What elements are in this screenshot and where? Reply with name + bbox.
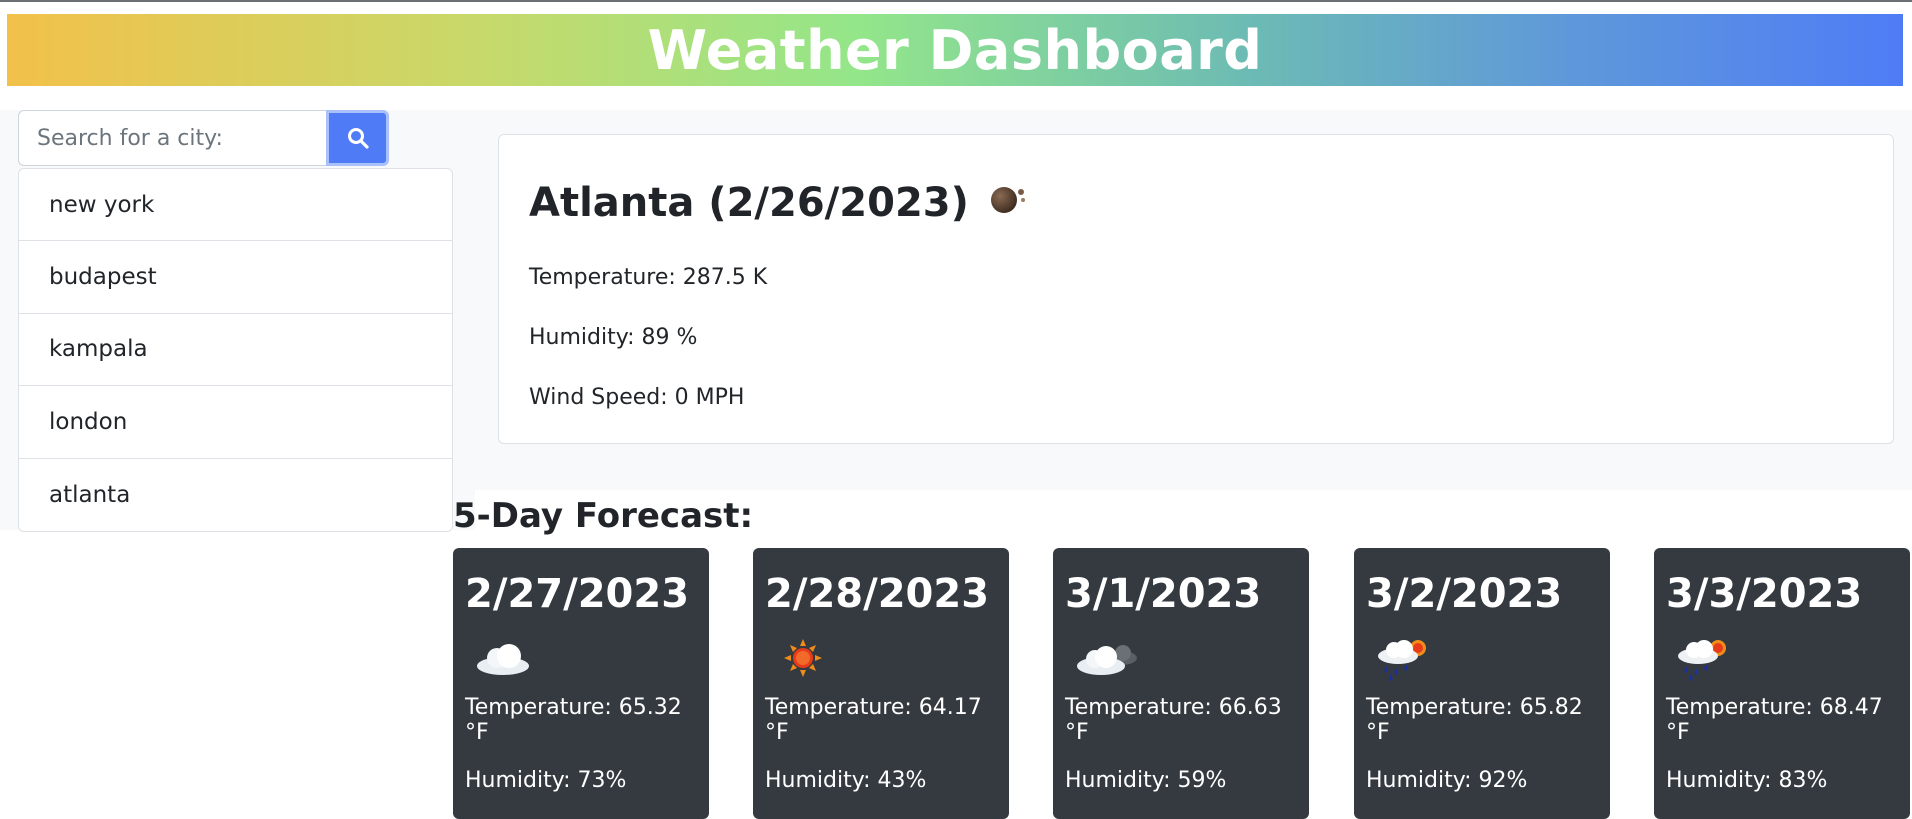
forecast-card-day-3: 3/1/2023 Temperature: 66.63 °F Humidity:… (1053, 548, 1309, 819)
current-humidity: Humidity: 89 % (529, 324, 698, 350)
forecast-date: 2/27/2023 (465, 571, 690, 617)
forecast-date: 3/1/2023 (1065, 571, 1262, 617)
rain-sun-icon (1666, 626, 1898, 690)
history-item-budapest[interactable]: budapest (19, 241, 452, 314)
forecast-date: 3/2/2023 (1366, 571, 1563, 617)
search-icon (347, 128, 369, 149)
forecast-humidity: Humidity: 43% (765, 767, 927, 793)
forecast-temperature: Temperature: 65.32 °F (465, 695, 682, 745)
forecast-card-day-5: 3/3/2023 Temperature: 68.47 °F Humidity:… (1654, 548, 1910, 819)
forecast-temperature: Temperature: 66.63 °F (1065, 695, 1282, 745)
forecast-humidity: Humidity: 92% (1366, 767, 1528, 793)
history-item-new-york[interactable]: new york (19, 169, 452, 242)
search-bar (18, 110, 389, 166)
top-border (0, 0, 1912, 2)
search-button[interactable] (326, 110, 389, 166)
forecast-humidity: Humidity: 73% (465, 767, 627, 793)
current-city-date: Atlanta (2/26/2023) (529, 180, 969, 226)
rain-sun-icon (1366, 626, 1598, 690)
forecast-humidity: Humidity: 83% (1666, 767, 1828, 793)
history-item-kampala[interactable]: kampala (19, 314, 452, 387)
current-weather-heading: Atlanta (2/26/2023) (529, 173, 1863, 233)
history-item-atlanta[interactable]: atlanta (19, 459, 452, 531)
night-cloud-icon (987, 178, 1031, 228)
forecast-temperature: Temperature: 64.17 °F (765, 695, 982, 745)
forecast-date: 2/28/2023 (765, 571, 990, 617)
forecast-card-day-4: 3/2/2023 Temperature: 65.82 °F Humidity:… (1354, 548, 1610, 819)
history-item-london[interactable]: london (19, 386, 452, 459)
city-search-input[interactable] (18, 110, 326, 166)
sun-icon (765, 626, 997, 690)
forecast-temperature: Temperature: 65.82 °F (1366, 695, 1583, 745)
forecast-date: 3/3/2023 (1666, 571, 1863, 617)
forecast-card-day-1: 2/27/2023 Temperature: 65.32 °F Humidity… (453, 548, 709, 819)
page-title: Weather Dashboard (647, 18, 1263, 82)
forecast-temperature: Temperature: 68.47 °F (1666, 695, 1883, 745)
current-weather-card: Atlanta (2/26/2023) Temperature: 287.5 K… (498, 134, 1894, 444)
cloud-night-icon (1065, 626, 1297, 690)
app-header: Weather Dashboard (7, 14, 1903, 86)
forecast-heading: 5-Day Forecast: (453, 496, 754, 536)
cloud-icon (465, 626, 697, 690)
forecast-card-day-2: 2/28/2023 Temperature: 64.17 °F Humidity… (753, 548, 1009, 819)
forecast-humidity: Humidity: 59% (1065, 767, 1227, 793)
current-wind-speed: Wind Speed: 0 MPH (529, 384, 745, 410)
search-history-list: new york budapest kampala london atlanta (18, 168, 453, 532)
current-temperature: Temperature: 287.5 K (529, 264, 768, 290)
